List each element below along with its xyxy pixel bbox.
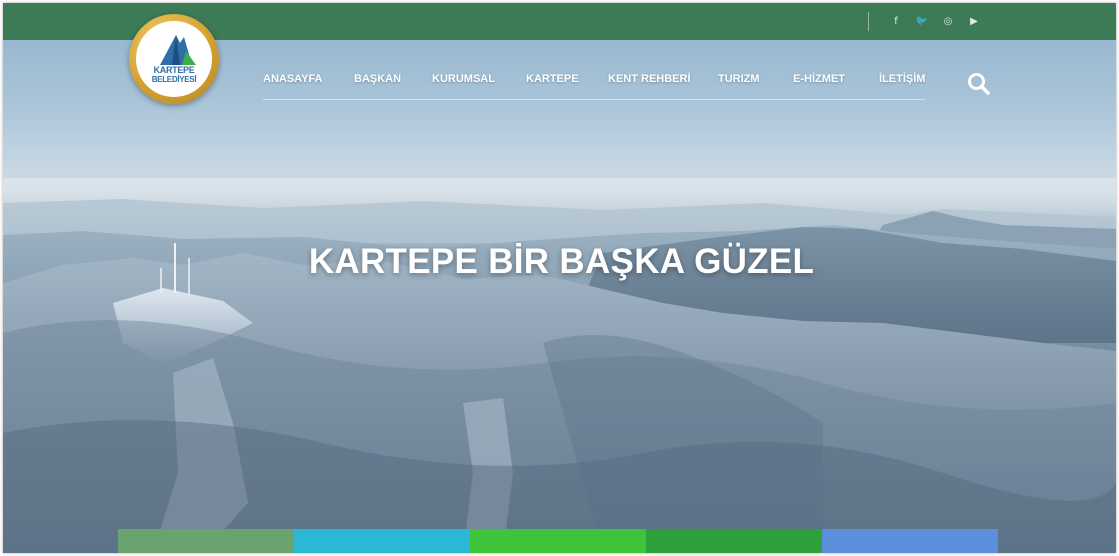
quick-link-tile-1[interactable]	[118, 529, 294, 553]
search-icon[interactable]	[966, 71, 992, 97]
hero-headline: KARTEPE BİR BAŞKA GÜZEL	[308, 242, 815, 281]
quick-link-tile-5[interactable]	[822, 529, 998, 553]
nav-item-iletisim[interactable]: İLETİŞİM	[879, 73, 925, 85]
kartepe-belediyesi-logo[interactable]: KARTEPE BELEDİYESİ	[129, 14, 219, 104]
nav-item-kent-rehberi[interactable]: KENT REHBERİ	[608, 73, 691, 85]
logo-title: KARTEPE	[153, 65, 195, 75]
nav-item-kurumsal[interactable]: KURUMSAL	[432, 73, 495, 85]
youtube-icon[interactable]: ▶	[967, 13, 981, 29]
social-links: f 🐦 ◎ ▶	[889, 13, 981, 29]
logo-emblem: KARTEPE BELEDİYESİ	[136, 21, 212, 97]
nav-item-kartepe[interactable]: KARTEPE	[526, 73, 579, 85]
nav-item-anasayfa[interactable]: ANASAYFA	[263, 73, 323, 85]
top-bar-divider	[868, 12, 869, 31]
logo-subtitle: BELEDİYESİ	[151, 75, 197, 84]
quick-link-tile-4[interactable]	[646, 529, 822, 553]
nav-item-turizm[interactable]: TURIZM	[718, 73, 760, 85]
facebook-icon[interactable]: f	[889, 13, 903, 29]
quick-link-tile-2[interactable]	[294, 529, 470, 553]
logo-mountain-icon	[160, 35, 196, 65]
twitter-icon[interactable]: 🐦	[915, 13, 929, 29]
nav-underline	[263, 99, 925, 100]
quick-links-bar	[118, 529, 998, 553]
browser-viewport: f 🐦 ◎ ▶ KARTEPE BELEDİYESİ ANASAYFA BAŞK…	[3, 3, 1116, 553]
nav-item-baskan[interactable]: BAŞKAN	[354, 73, 401, 85]
nav-item-e-hizmet[interactable]: E-HİZMET	[793, 73, 845, 85]
instagram-icon[interactable]: ◎	[941, 13, 955, 29]
quick-link-tile-3[interactable]	[470, 529, 646, 553]
